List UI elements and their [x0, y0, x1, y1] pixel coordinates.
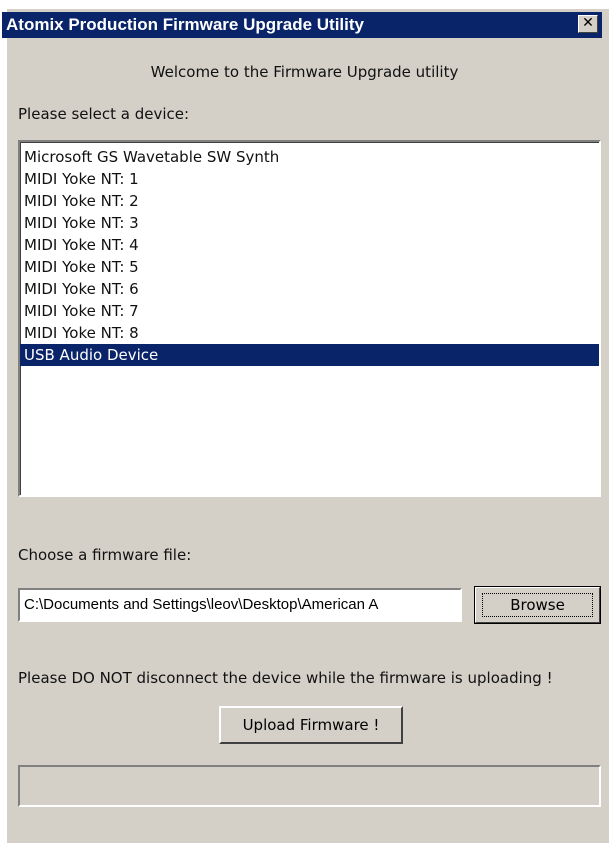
device-list-item[interactable]: MIDI Yoke NT: 3	[20, 212, 599, 234]
device-list-item[interactable]: MIDI Yoke NT: 4	[20, 234, 599, 256]
window-title: Atomix Production Firmware Upgrade Utili…	[6, 15, 364, 34]
upload-button-label: Upload Firmware !	[242, 716, 380, 734]
close-button[interactable]: ✕	[578, 15, 598, 33]
device-list-item[interactable]: MIDI Yoke NT: 6	[20, 278, 599, 300]
browse-button[interactable]: Browse	[474, 586, 601, 624]
device-select-label: Please select a device:	[18, 105, 190, 123]
close-icon: ✕	[582, 15, 594, 31]
firmware-file-label: Choose a firmware file:	[18, 546, 192, 564]
device-list-item[interactable]: Microsoft GS Wavetable SW Synth	[20, 146, 599, 168]
disconnect-warning: Please DO NOT disconnect the device whil…	[18, 669, 553, 687]
welcome-message: Welcome to the Firmware Upgrade utility	[150, 63, 459, 81]
title-bar[interactable]: Atomix Production Firmware Upgrade Utili…	[2, 12, 602, 38]
device-list-item[interactable]: MIDI Yoke NT: 1	[20, 168, 599, 190]
browse-button-label: Browse	[510, 596, 565, 614]
device-list-item[interactable]: MIDI Yoke NT: 2	[20, 190, 599, 212]
firmware-path-field[interactable]: C:\Documents and Settings\leov\Desktop\A…	[18, 588, 462, 622]
upload-firmware-button[interactable]: Upload Firmware !	[219, 706, 403, 744]
device-list-item[interactable]: MIDI Yoke NT: 7	[20, 300, 599, 322]
device-listbox[interactable]: Microsoft GS Wavetable SW Synth MIDI Yoke…	[18, 140, 601, 497]
device-list-item[interactable]: MIDI Yoke NT: 5	[20, 256, 599, 278]
upload-progress-bar	[18, 765, 601, 807]
device-list-item[interactable]: USB Audio Device	[20, 344, 599, 366]
device-list-item[interactable]: MIDI Yoke NT: 8	[20, 322, 599, 344]
